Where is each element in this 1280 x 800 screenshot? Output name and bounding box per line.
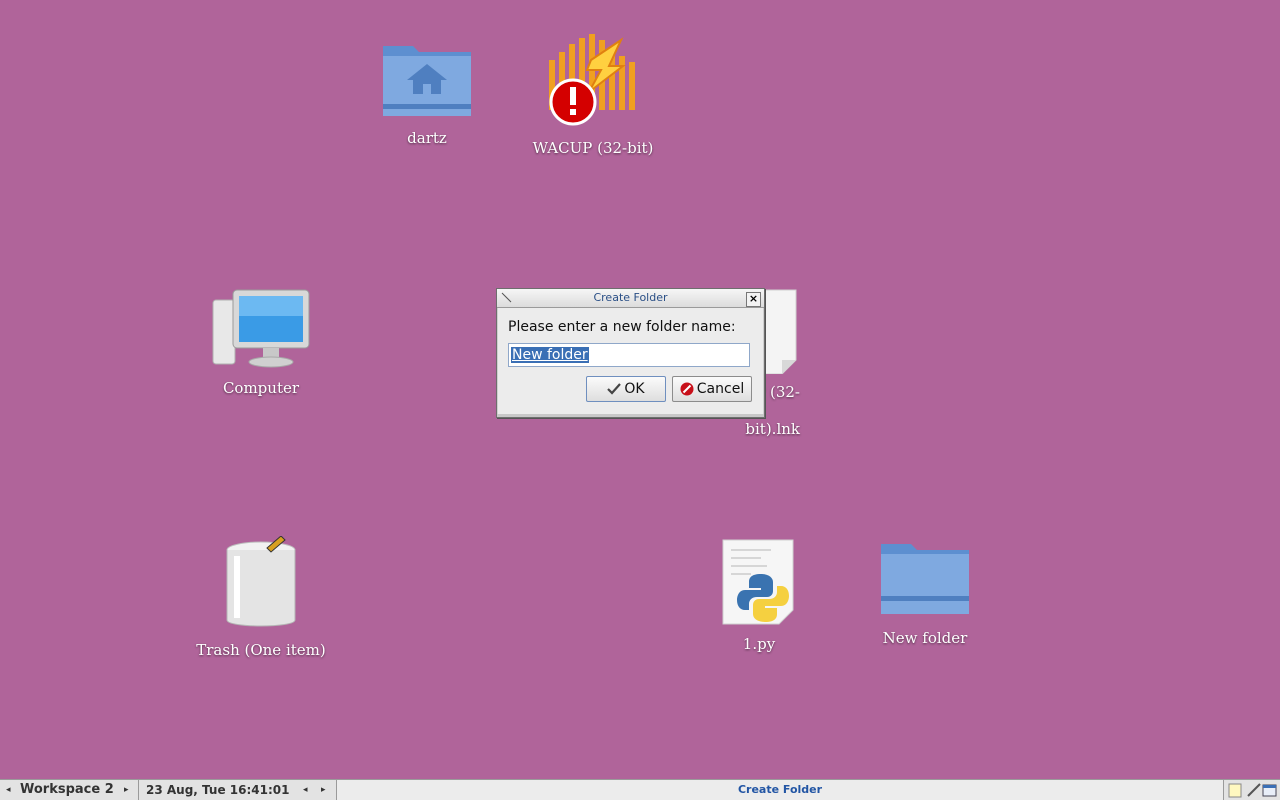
cancel-button[interactable]: Cancel [672, 376, 752, 402]
dialog-prompt: Please enter a new folder name: [508, 319, 736, 335]
desktop-icon-label: dartz [407, 129, 447, 147]
workspace-next-icon[interactable]: ▸ [124, 780, 129, 800]
ok-button[interactable]: OK [586, 376, 666, 402]
wacup-broken-shortcut-icon [549, 34, 635, 126]
computer-icon [212, 289, 310, 368]
create-folder-dialog: Create Folder × Please enter a new folde… [496, 288, 765, 418]
workspace-prev-icon[interactable]: ◂ [6, 780, 11, 800]
dialog-titlebar[interactable]: Create Folder × [497, 289, 764, 308]
tray-note-icon[interactable] [1228, 782, 1244, 798]
workspace-label[interactable]: Workspace 2 [20, 780, 114, 800]
python-file-icon [722, 539, 794, 625]
folder-icon [881, 544, 969, 614]
desktop-icon-label: Trash (One item) [196, 641, 326, 659]
desktop-icon-computer[interactable]: Computer [186, 288, 336, 407]
desktop-icon-label: 1.py [742, 635, 776, 653]
home-folder-icon [383, 46, 471, 116]
system-tray [1224, 780, 1280, 800]
desktop-icon-label: New folder [882, 629, 968, 647]
desktop-icon-label: Computer [222, 379, 300, 397]
clock-next-icon[interactable]: ▸ [321, 780, 326, 800]
desktop-icon-trash[interactable]: Trash (One item) [186, 536, 336, 669]
clock: 23 Aug, Tue 16:41:01 [146, 783, 290, 797]
desktop-icon-new-folder[interactable]: New folder [850, 540, 1000, 657]
taskbar: ◂ Workspace 2 ▸ 23 Aug, Tue 16:41:01 ◂ ▸… [0, 779, 1280, 800]
dialog-title: Create Folder [593, 291, 668, 304]
checkmark-icon [607, 383, 622, 395]
ok-label: OK [624, 381, 645, 397]
cancel-icon [680, 382, 694, 396]
desktop-icon-label: WACUP (32-bit) [532, 139, 654, 157]
dialog-bottom-edge [497, 414, 764, 417]
taskbar-divider [138, 780, 139, 800]
trash-icon [226, 536, 296, 627]
desktop-icon-dartz[interactable]: dartz [352, 40, 502, 157]
tray-window-icon[interactable] [1262, 782, 1278, 798]
folder-name-input[interactable]: New folder [508, 343, 750, 367]
cancel-label: Cancel [696, 381, 745, 397]
folder-name-value: New folder [511, 347, 589, 363]
taskbar-task-create-folder[interactable]: Create Folder [336, 780, 1224, 800]
desktop-icon-wacup[interactable]: WACUP (32-bit) [518, 30, 668, 167]
clock-prev-icon[interactable]: ◂ [303, 780, 308, 800]
close-icon[interactable]: × [746, 292, 761, 307]
tray-tool-icon[interactable] [1246, 782, 1262, 798]
desktop-icon-py[interactable]: 1.py [684, 538, 834, 663]
